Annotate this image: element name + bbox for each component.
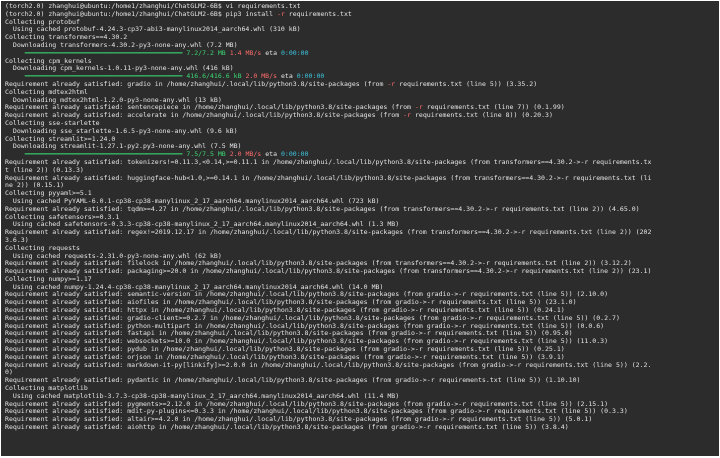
terminal-text-segment: (torch2.0) zhanghui@ubuntu:/home1/zhangh… bbox=[5, 9, 277, 18]
terminal-text-segment: 3.6.3) bbox=[5, 235, 29, 244]
terminal-text-segment: ne 2)) (0.15.1) bbox=[5, 181, 65, 190]
terminal-line: 3.6.3) bbox=[5, 235, 719, 245]
terminal-text-segment: 0:00:00 bbox=[280, 150, 309, 159]
terminal-text-segment: 0:00:00 bbox=[280, 48, 309, 57]
terminal-text-segment: Requirement already satisfied: python-mu… bbox=[5, 321, 605, 330]
terminal-text-segment: Requirement already satisfied: filelock … bbox=[5, 259, 632, 268]
terminal-text-segment: Using cached PyYAML-6.0.1-cp38-cp38-many… bbox=[5, 196, 380, 205]
terminal-text-segment: Requirement already satisfied: huggingfa… bbox=[5, 173, 652, 182]
terminal-line: (torch2.0) zhanghui@ubuntu:/home1/zhangh… bbox=[5, 9, 719, 19]
terminal-text-segment: Collecting protobuf bbox=[5, 17, 80, 26]
terminal-text-segment: 1.4 MB/s bbox=[229, 48, 262, 57]
terminal-text-segment: Requirement already satisfied: websocket… bbox=[5, 337, 609, 346]
terminal-text-segment: Requirement already satisfied: pygments>… bbox=[5, 399, 609, 408]
terminal-text-segment: Downloading streamlit-1.27.1-py2.py3-non… bbox=[5, 142, 242, 151]
terminal-line: Requirement already satisfied: pydantic … bbox=[5, 376, 719, 385]
terminal-text-segment: Using cached requests-2.31.0-py3-none-an… bbox=[5, 251, 222, 260]
terminal-text-segment: Collecting cpm_kernels bbox=[5, 56, 92, 65]
terminal-text-segment: Requirement already satisfied: httpx in … bbox=[5, 306, 565, 315]
terminal-window[interactable]: (torch2.0) zhanghui@ubuntu:/home1/zhangh… bbox=[1, 1, 719, 456]
terminal-text-segment: Requirement already satisfied: regex!=20… bbox=[5, 228, 652, 237]
terminal-text-segment: requirements.txt (line 7)) (0.1.99) bbox=[422, 103, 565, 112]
terminal-text-segment: Requirement already satisfied: altair>=4… bbox=[5, 415, 593, 424]
terminal-text-segment: 0:00:00 bbox=[296, 72, 325, 81]
terminal-text-segment: Collecting streamlit>=1.24.0 bbox=[5, 134, 116, 143]
terminal-text-segment: Collecting safetensors>=0.3.1 bbox=[5, 212, 120, 221]
terminal-text-segment: Collecting matplotlib bbox=[5, 384, 88, 393]
terminal-text-segment: Collecting pyyaml>=5.1 bbox=[5, 189, 92, 198]
terminal-text-segment: -r bbox=[414, 103, 423, 112]
terminal-line: Requirement already satisfied: accelerat… bbox=[5, 111, 719, 120]
terminal-text-segment: Requirement already satisfied: pydantic … bbox=[5, 376, 581, 385]
terminal-text-segment: Requirement already satisfied: orjson in… bbox=[5, 352, 565, 361]
terminal-text-segment: Requirement already satisfied: gradio in… bbox=[5, 79, 388, 88]
terminal-text-segment: Requirement already satisfied: semantic-… bbox=[5, 290, 609, 299]
terminal-line: Requirement already satisfied: gradio in… bbox=[5, 79, 719, 89]
terminal-text-segment: Requirement already satisfied: fastapi i… bbox=[5, 329, 573, 338]
terminal-text-segment: Requirement already satisfied: sentencep… bbox=[5, 103, 415, 112]
terminal-text-segment: Downloading sse_starlette-1.6.5-py3-none… bbox=[5, 126, 238, 135]
terminal-text-segment: Downloading cpm_kernels-1.0.11-py3-none-… bbox=[5, 64, 234, 73]
terminal-text-segment: Collecting sse-starlette bbox=[5, 118, 100, 127]
terminal-text-segment: Collecting requests bbox=[5, 243, 80, 252]
terminal-text-segment: Requirement already satisfied: mdit-py-p… bbox=[5, 407, 628, 416]
terminal-text-segment: Requirement already satisfied: pydub in … bbox=[5, 345, 565, 354]
terminal-text-segment: Requirement already satisfied: markdown-… bbox=[5, 360, 652, 369]
terminal-line: Requirement already satisfied: packaging… bbox=[5, 267, 719, 276]
terminal-line: ne 2)) (0.15.1) bbox=[5, 181, 719, 190]
terminal-text-segment: Collecting transformers==4.30.2 bbox=[5, 33, 128, 42]
terminal-text-segment: Using cached safetensors-0.3.3-cp38-cp38… bbox=[5, 220, 400, 229]
terminal-text-segment: Downloading mdtex2html-1.2.0-py3-none-an… bbox=[5, 95, 222, 104]
terminal-text-segment: requirements.txt bbox=[284, 9, 352, 18]
terminal-text-segment: requirements.txt (line 5)) (3.35.2) bbox=[395, 79, 538, 88]
terminal-text-segment: eta bbox=[261, 48, 281, 57]
terminal-text-segment: Requirement already satisfied: gradio-cl… bbox=[5, 313, 620, 322]
terminal-text-segment: ━━━━━━━━━━━━━━━━━━━━━━━━━━━━━━━━━━━━━━━━… bbox=[24, 150, 226, 159]
terminal-text-segment: 0) bbox=[5, 368, 13, 377]
terminal-text-segment: Downloading transformers-4.30.2-py3-none… bbox=[5, 40, 238, 49]
terminal-text-segment: 2.0 MB/s bbox=[229, 150, 262, 159]
terminal-text-segment: eta bbox=[261, 150, 281, 159]
terminal-text-segment: eta bbox=[277, 72, 297, 81]
terminal-text-segment: (torch2.0) zhanghui@ubuntu:/home1/zhangh… bbox=[5, 2, 301, 10]
terminal-text-segment: Collecting mdtex2html bbox=[5, 87, 88, 96]
terminal-text-segment: ━━━━━━━━━━━━━━━━━━━━━━━━━━━━━━━━━━━━━━━━… bbox=[24, 72, 242, 81]
terminal-text-segment: 2.0 MB/s bbox=[245, 72, 278, 81]
terminal-text-segment: Using cached protobuf-4.24.3-cp37-abi3-m… bbox=[5, 25, 301, 34]
terminal-text-segment: Requirement already satisfied: aiohttp i… bbox=[5, 423, 569, 432]
terminal-text-segment: requirements.txt (line 8)) (0.20.3) bbox=[411, 111, 553, 120]
terminal-text-segment: -r bbox=[276, 9, 285, 18]
terminal-text-segment: Requirement already satisfied: packaging… bbox=[5, 267, 652, 276]
terminal-text-segment: Using cached matplotlib-3.7.3-cp38-cp38-… bbox=[5, 391, 400, 400]
terminal-text-segment: Collecting numpy>=1.17 bbox=[5, 274, 92, 283]
terminal-line: ━━━━━━━━━━━━━━━━━━━━━━━━━━━━━━━━━━━━━━━━… bbox=[5, 48, 719, 58]
terminal-line: Requirement already satisfied: tokenizer… bbox=[5, 157, 719, 167]
terminal-line: Requirement already satisfied: huggingfa… bbox=[5, 173, 719, 183]
terminal-text-segment: Requirement already satisfied: accelerat… bbox=[5, 111, 404, 120]
terminal-text-segment: Requirement already satisfied: tokenizer… bbox=[5, 157, 652, 166]
terminal-line: Requirement already satisfied: regex!=20… bbox=[5, 228, 719, 237]
terminal-text-segment: ━━━━━━━━━━━━━━━━━━━━━━━━━━━━━━━━━━━━━━━━… bbox=[24, 48, 226, 57]
terminal-text-segment: t (line 2)) (0.13.3) bbox=[5, 165, 84, 174]
terminal-text-segment: Using cached numpy-1.24.4-cp38-cp38-many… bbox=[5, 282, 384, 291]
terminal-text-segment: -r bbox=[403, 111, 411, 120]
terminal-text-segment: Requirement already satisfied: aiofiles … bbox=[5, 298, 577, 307]
terminal-line: Requirement already satisfied: markdown-… bbox=[5, 360, 719, 370]
terminal-line: Requirement already satisfied: aiohttp i… bbox=[5, 423, 719, 432]
terminal-text-segment: Requirement already satisfied: tqdm>=4.2… bbox=[5, 204, 640, 213]
